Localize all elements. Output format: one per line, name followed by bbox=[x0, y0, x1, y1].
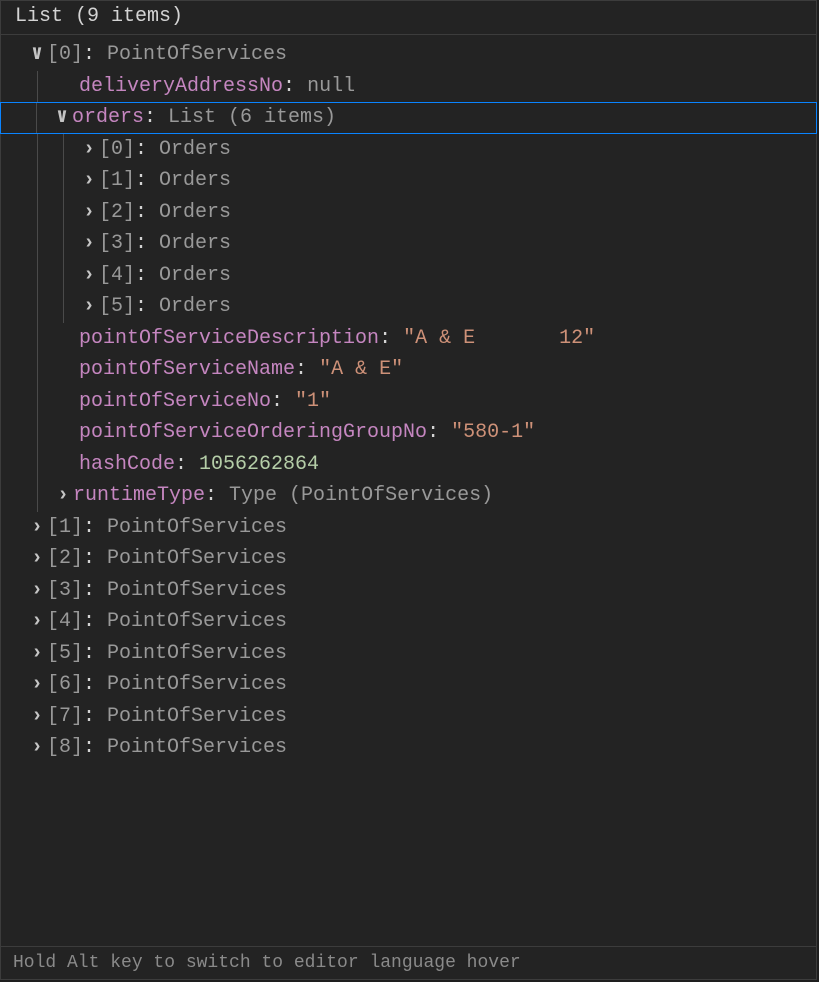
index-label: [4] bbox=[47, 606, 83, 638]
chevron-down-icon[interactable]: ∨ bbox=[27, 39, 47, 71]
index-label: [3] bbox=[99, 228, 135, 260]
chevron-down-icon[interactable]: ∨ bbox=[52, 102, 72, 134]
type-label: Orders bbox=[159, 291, 231, 323]
type-label: Orders bbox=[159, 134, 231, 166]
type-label: Type (PointOfServices) bbox=[229, 480, 493, 512]
tree-row-orders-4[interactable]: › [4]: Orders bbox=[1, 260, 816, 292]
type-label: PointOfServices bbox=[107, 732, 287, 764]
prop-key: pointOfServiceNo bbox=[79, 386, 271, 418]
chevron-right-icon[interactable]: › bbox=[27, 606, 47, 638]
type-label: PointOfServices bbox=[107, 606, 287, 638]
index-label: [0] bbox=[99, 134, 135, 166]
tree-row-orders-3[interactable]: › [3]: Orders bbox=[1, 228, 816, 260]
type-label: Orders bbox=[159, 228, 231, 260]
type-label: List (6 items) bbox=[168, 102, 336, 134]
type-label: PointOfServices bbox=[107, 638, 287, 670]
index-label: [7] bbox=[47, 701, 83, 733]
tree-row-runtimeType[interactable]: › runtimeType: Type (PointOfServices) bbox=[1, 480, 816, 512]
prop-key: pointOfServiceOrderingGroupNo bbox=[79, 417, 427, 449]
tree-row-root-1[interactable]: › [1]: PointOfServices bbox=[1, 512, 816, 544]
index-label: [1] bbox=[99, 165, 135, 197]
prop-key: deliveryAddressNo bbox=[79, 71, 283, 103]
panel-footer-hint: Hold Alt key to switch to editor languag… bbox=[1, 946, 816, 979]
prop-key: hashCode bbox=[79, 449, 175, 481]
prop-key: pointOfServiceDescription bbox=[79, 323, 379, 355]
chevron-right-icon[interactable]: › bbox=[27, 701, 47, 733]
type-label: PointOfServices bbox=[107, 701, 287, 733]
tree-row-orders-1[interactable]: › [1]: Orders bbox=[1, 165, 816, 197]
type-label: PointOfServices bbox=[107, 543, 287, 575]
chevron-right-icon[interactable]: › bbox=[27, 543, 47, 575]
type-label: Orders bbox=[159, 197, 231, 229]
tree-row-posNo[interactable]: pointOfServiceNo: "1" bbox=[1, 386, 816, 418]
tree-row-root-2[interactable]: › [2]: PointOfServices bbox=[1, 543, 816, 575]
chevron-right-icon[interactable]: › bbox=[53, 480, 73, 512]
index-label: [3] bbox=[47, 575, 83, 607]
tree-body: ∨ [0]: PointOfServices deliveryAddressNo… bbox=[1, 35, 816, 946]
prop-value: "A & E" bbox=[319, 354, 403, 386]
index-label: [2] bbox=[99, 197, 135, 229]
prop-key: orders bbox=[72, 102, 144, 134]
index-label: [4] bbox=[99, 260, 135, 292]
chevron-right-icon[interactable]: › bbox=[27, 732, 47, 764]
panel-header: List (9 items) bbox=[1, 1, 816, 35]
tree-row-root-8[interactable]: › [8]: PointOfServices bbox=[1, 732, 816, 764]
type-label: PointOfServices bbox=[107, 575, 287, 607]
tree-row-root-6[interactable]: › [6]: PointOfServices bbox=[1, 669, 816, 701]
chevron-right-icon[interactable]: › bbox=[27, 575, 47, 607]
index-label: [0] bbox=[47, 39, 83, 71]
chevron-right-icon[interactable]: › bbox=[27, 512, 47, 544]
type-label: Orders bbox=[159, 165, 231, 197]
chevron-right-icon[interactable]: › bbox=[27, 638, 47, 670]
prop-value: "580-1" bbox=[451, 417, 535, 449]
chevron-right-icon[interactable]: › bbox=[79, 260, 99, 292]
prop-value: "1" bbox=[295, 386, 331, 418]
tree-row-root-0[interactable]: ∨ [0]: PointOfServices bbox=[1, 39, 816, 71]
index-label: [5] bbox=[99, 291, 135, 323]
tree-row-root-5[interactable]: › [5]: PointOfServices bbox=[1, 638, 816, 670]
chevron-right-icon[interactable]: › bbox=[79, 134, 99, 166]
chevron-right-icon[interactable]: › bbox=[27, 669, 47, 701]
tree-row-posName[interactable]: pointOfServiceName: "A & E" bbox=[1, 354, 816, 386]
index-label: [8] bbox=[47, 732, 83, 764]
tree-row-root-7[interactable]: › [7]: PointOfServices bbox=[1, 701, 816, 733]
chevron-right-icon[interactable]: › bbox=[79, 291, 99, 323]
tree-row-root-3[interactable]: › [3]: PointOfServices bbox=[1, 575, 816, 607]
prop-value: 1056262864 bbox=[199, 449, 319, 481]
debug-hover-panel: List (9 items) ∨ [0]: PointOfServices de… bbox=[0, 0, 817, 980]
index-label: [5] bbox=[47, 638, 83, 670]
chevron-right-icon[interactable]: › bbox=[79, 165, 99, 197]
tree-row-orders[interactable]: ∨ orders: List (6 items) bbox=[0, 102, 817, 134]
tree-row-hashCode[interactable]: hashCode: 1056262864 bbox=[1, 449, 816, 481]
type-label: PointOfServices bbox=[107, 669, 287, 701]
type-label: PointOfServices bbox=[107, 39, 287, 71]
tree-row-root-4[interactable]: › [4]: PointOfServices bbox=[1, 606, 816, 638]
prop-key: pointOfServiceName bbox=[79, 354, 295, 386]
tree-row-orders-0[interactable]: › [0]: Orders bbox=[1, 134, 816, 166]
index-label: [6] bbox=[47, 669, 83, 701]
tree-row-orders-2[interactable]: › [2]: Orders bbox=[1, 197, 816, 229]
prop-key: runtimeType bbox=[73, 480, 205, 512]
prop-value: null bbox=[307, 71, 355, 103]
tree-row-deliveryAddressNo[interactable]: deliveryAddressNo: null bbox=[1, 71, 816, 103]
tree-row-orders-5[interactable]: › [5]: Orders bbox=[1, 291, 816, 323]
chevron-right-icon[interactable]: › bbox=[79, 228, 99, 260]
tree-row-posDescription[interactable]: pointOfServiceDescription: "A & E 12" bbox=[1, 323, 816, 355]
tree-row-posOrderingGroupNo[interactable]: pointOfServiceOrderingGroupNo: "580-1" bbox=[1, 417, 816, 449]
type-label: PointOfServices bbox=[107, 512, 287, 544]
type-label: Orders bbox=[159, 260, 231, 292]
index-label: [1] bbox=[47, 512, 83, 544]
prop-value: "A & E 12" bbox=[403, 323, 595, 355]
index-label: [2] bbox=[47, 543, 83, 575]
chevron-right-icon[interactable]: › bbox=[79, 197, 99, 229]
